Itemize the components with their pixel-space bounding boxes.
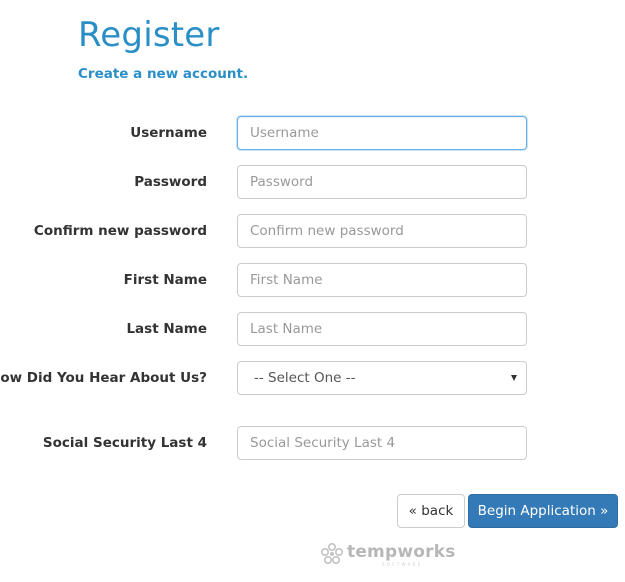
last-name-label: Last Name <box>126 321 207 337</box>
ssn-last4-input[interactable] <box>237 426 527 460</box>
page-subtitle: Create a new account. <box>78 66 249 82</box>
first-name-label: First Name <box>123 272 207 288</box>
referral-select[interactable]: -- Select One -- <box>237 361 527 395</box>
first-name-input[interactable] <box>237 263 527 297</box>
caret-down-icon <box>511 375 517 381</box>
last-name-row: Last Name <box>0 312 625 346</box>
page-title: Register <box>78 15 220 55</box>
referral-row: How Did You Hear About Us? -- Select One… <box>0 361 625 395</box>
last-name-input[interactable] <box>237 312 527 346</box>
confirm-password-row: Confirm new password <box>0 214 625 248</box>
confirm-password-input[interactable] <box>237 214 527 248</box>
logo-tagline: SOFTWARE <box>382 562 423 567</box>
referral-selected-value: -- Select One -- <box>254 370 356 386</box>
password-row: Password <box>0 165 625 199</box>
username-label: Username <box>130 125 207 141</box>
ssn-label: Social Security Last 4 <box>42 435 207 451</box>
begin-application-button[interactable]: Begin Application » <box>468 494 618 528</box>
register-page: Register Create a new account. Username … <box>0 0 625 582</box>
tempworks-logo: tempworks SOFTWARE <box>319 540 455 570</box>
referral-label: How Did You Hear About Us? <box>0 370 207 386</box>
username-input[interactable] <box>237 116 527 150</box>
first-name-row: First Name <box>0 263 625 297</box>
logo-wordmark: tempworks <box>347 542 456 562</box>
tempworks-logo-icon <box>320 542 343 565</box>
ssn-row: Social Security Last 4 <box>0 426 625 460</box>
password-label: Password <box>134 174 207 190</box>
password-input[interactable] <box>237 165 527 199</box>
confirm-password-label: Confirm new password <box>33 223 207 239</box>
username-row: Username <box>0 116 625 150</box>
back-button[interactable]: « back <box>397 494 465 528</box>
